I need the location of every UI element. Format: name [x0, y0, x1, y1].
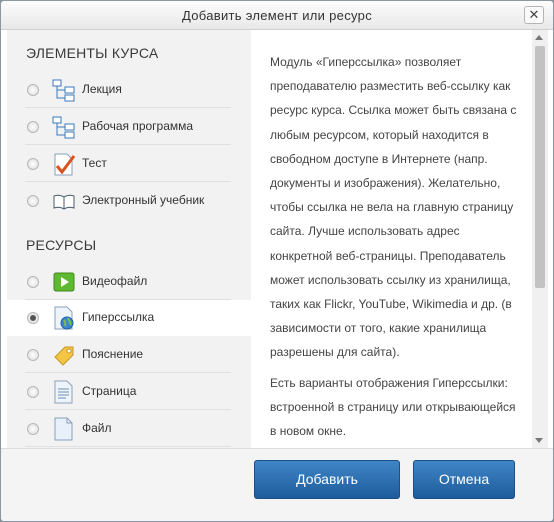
option-file-radio[interactable]: [27, 423, 39, 435]
option-video[interactable]: Видеофайл: [7, 264, 251, 300]
book-icon: [53, 194, 75, 210]
close-button[interactable]: ✕: [524, 6, 544, 24]
cancel-button[interactable]: Отмена: [413, 460, 515, 499]
option-file[interactable]: Файл: [7, 411, 251, 447]
close-icon: ✕: [528, 7, 540, 22]
option-book[interactable]: Электронный учебник: [7, 183, 251, 219]
workshop-icon: [52, 116, 75, 139]
option-label-radio[interactable]: [27, 349, 39, 361]
option-url[interactable]: Гиперссылка: [7, 300, 251, 336]
option-workshop-label: Рабочая программа: [82, 119, 194, 133]
add-button[interactable]: Добавить: [254, 460, 400, 499]
option-label-label: Пояснение: [82, 347, 144, 361]
option-book-radio[interactable]: [27, 195, 39, 207]
dialog-title: Добавить элемент или ресурс: [181, 8, 372, 23]
add-activity-dialog: Добавить элемент или ресурс ✕ ЭЛЕМЕНТЫ К…: [0, 0, 554, 522]
scroll-thumb[interactable]: [535, 46, 545, 288]
option-file-label: Файл: [82, 421, 112, 435]
description-paragraph-2: Есть варианты отображения Гиперссылки: в…: [270, 375, 516, 439]
file-icon: [54, 417, 73, 441]
scroll-up-arrow-icon[interactable]: [535, 35, 543, 40]
option-quiz[interactable]: Тест: [7, 146, 251, 182]
lesson-icon: [52, 79, 75, 102]
option-video-label: Видеофайл: [82, 274, 148, 288]
option-quiz-radio[interactable]: [27, 158, 39, 170]
option-workshop[interactable]: Рабочая программа: [7, 109, 251, 145]
page-icon: [54, 380, 73, 404]
module-description: Модуль «Гиперссылка» позволяет преподава…: [270, 50, 522, 448]
option-page-radio[interactable]: [27, 386, 39, 398]
scroll-down-arrow-icon[interactable]: [535, 438, 543, 443]
description-paragraph-1: Модуль «Гиперссылка» позволяет преподава…: [270, 55, 517, 360]
option-lesson-radio[interactable]: [27, 84, 39, 96]
module-chooser-list: ЭЛЕМЕНТЫ КУРСА Лекция Рабочая программа: [7, 30, 251, 448]
resources-header: РЕСУРСЫ: [26, 237, 97, 253]
activities-header: ЭЛЕМЕНТЫ КУРСА: [26, 45, 159, 61]
label-icon: [54, 346, 74, 366]
dialog-footer: Добавить Отмена: [1, 448, 553, 521]
dialog-titlebar: Добавить элемент или ресурс ✕: [1, 1, 553, 30]
option-video-radio[interactable]: [27, 276, 39, 288]
option-workshop-radio[interactable]: [27, 121, 39, 133]
quiz-icon: [54, 153, 76, 176]
option-quiz-label: Тест: [82, 156, 107, 170]
url-icon: [54, 306, 74, 330]
option-book-label: Электронный учебник: [82, 193, 205, 207]
option-lesson-label: Лекция: [82, 82, 122, 96]
option-lesson[interactable]: Лекция: [7, 72, 251, 108]
option-url-label: Гиперссылка: [82, 310, 155, 324]
video-icon: [53, 272, 75, 292]
description-scrollbar[interactable]: [532, 30, 548, 448]
option-page-label: Страница: [82, 384, 137, 398]
module-description-panel: Модуль «Гиперссылка» позволяет преподава…: [252, 30, 531, 448]
option-url-radio[interactable]: [27, 312, 39, 324]
option-label[interactable]: Пояснение: [7, 337, 251, 373]
option-page[interactable]: Страница: [7, 374, 251, 410]
